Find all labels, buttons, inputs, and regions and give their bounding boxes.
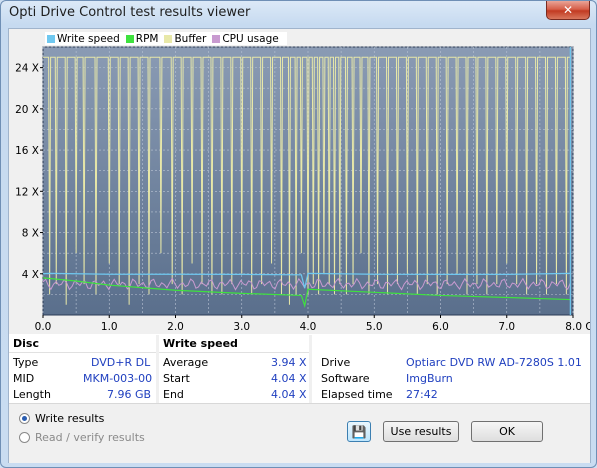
save-button[interactable]: 💾	[347, 421, 371, 442]
disc-type-label: Type	[13, 356, 39, 369]
legend-swatch	[164, 34, 173, 43]
y-tick-label: 4 X	[22, 269, 39, 281]
client-area: 4 X 8 X 12 X 16 X 20 X 24 X 0.0 1.0 2.0 3.0 4.0 5.0…	[8, 28, 591, 463]
legend-item-cpu-usage: CPU usage	[212, 32, 279, 45]
disc-header: Disc	[9, 335, 156, 353]
legend-item-write-speed: Write speed	[47, 33, 120, 45]
y-tick-label: 8 X	[22, 228, 39, 240]
legend-label: CPU usage	[222, 32, 279, 45]
radio-selected-icon	[19, 413, 30, 424]
x-tick-label: 0.0	[35, 321, 52, 333]
bottom-bar: Write results Read / verify results 💾 Us…	[9, 403, 590, 463]
ws-row-start: Start 4.04 X	[159, 371, 309, 387]
read-verify-label: Read / verify results	[35, 431, 145, 444]
x-tick-label: 4.0	[300, 321, 317, 333]
elapsed-label: Elapsed time	[321, 388, 393, 401]
floppy-disk-icon: 💾	[351, 424, 367, 439]
ws-end-label: End	[163, 388, 184, 401]
y-tick-label: 20 X	[15, 104, 39, 116]
ws-average-label: Average	[163, 356, 209, 369]
disc-mid-value: MKM-003-00	[83, 372, 153, 385]
chart-area: 4 X 8 X 12 X 16 X 20 X 24 X 0.0 1.0 2.0 3.0 4.0 5.0…	[9, 29, 590, 334]
drive-label: Drive	[321, 356, 351, 369]
legend-label: Buffer	[174, 32, 207, 45]
ws-start-label: Start	[163, 372, 190, 385]
write-speed-header: Write speed	[159, 335, 309, 353]
write-results-radio[interactable]: Write results	[19, 412, 104, 425]
drive-row: Drive Optiarc DVD RW AD-7280S 1.01	[312, 355, 590, 371]
legend-item-rpm: RPM	[125, 32, 159, 45]
x-tick-label: 7.0	[498, 321, 515, 333]
disc-panel: Disc Type DVD+R DL MID MKM-003-00 Length…	[9, 335, 156, 403]
ws-row-end: End 4.04 X	[159, 387, 309, 403]
legend-label: RPM	[135, 32, 159, 45]
ws-start-value: 4.04 X	[271, 372, 307, 385]
legend-label: Write speed	[57, 32, 120, 45]
write-speed-chart: 4 X 8 X 12 X 16 X 20 X 24 X 0.0 1.0 2.0 3.0 4.0 5.0…	[15, 46, 590, 333]
disc-mid-label: MID	[13, 372, 35, 385]
elapsed-value: 27:42	[406, 388, 438, 401]
write-results-label: Write results	[35, 412, 105, 425]
software-label: Software	[321, 372, 370, 385]
x-tick-label: 1.0	[101, 321, 118, 333]
drive-value: Optiarc DVD RW AD-7280S 1.01	[406, 356, 582, 369]
radio-unselected-icon	[19, 432, 30, 443]
ws-end-value: 4.04 X	[271, 388, 307, 401]
disc-row-mid: MID MKM-003-00	[9, 371, 156, 387]
software-row: Software ImgBurn	[312, 371, 590, 387]
x-tick-label: 2.0	[167, 321, 184, 333]
disc-length-value: 7.96 GB	[107, 388, 152, 401]
use-results-label: Use results	[390, 425, 452, 438]
ws-average-value: 3.94 X	[271, 356, 307, 369]
disc-row-length: Length 7.96 GB	[9, 387, 156, 403]
ok-button[interactable]: OK	[471, 421, 543, 442]
y-tick-label: 24 X	[15, 63, 39, 75]
disc-length-label: Length	[13, 388, 51, 401]
disc-row-type: Type DVD+R DL	[9, 355, 156, 371]
write-speed-panel: Write speed Average 3.94 X Start 4.04 X …	[159, 335, 309, 403]
window-title: Opti Drive Control test results viewer	[9, 5, 251, 20]
close-icon: ✕	[562, 3, 574, 17]
legend-item-buffer: Buffer	[164, 33, 206, 45]
y-tick-label: 16 X	[15, 145, 39, 157]
x-tick-label: 8.0 GB	[565, 321, 590, 333]
use-results-button[interactable]: Use results	[383, 421, 459, 442]
elapsed-row: Elapsed time 27:42	[312, 387, 590, 403]
x-tick-label: 3.0	[233, 321, 250, 333]
ok-label: OK	[499, 425, 515, 438]
title-bar[interactable]: Opti Drive Control test results viewer ✕	[1, 1, 596, 25]
close-button[interactable]: ✕	[546, 1, 590, 20]
ws-row-average: Average 3.94 X	[159, 355, 309, 371]
disc-type-value: DVD+R DL	[91, 356, 151, 369]
x-tick-label: 6.0	[432, 321, 449, 333]
read-verify-radio[interactable]: Read / verify results	[19, 431, 145, 444]
y-tick-label: 12 X	[15, 186, 39, 198]
drive-panel: Drive Optiarc DVD RW AD-7280S 1.01 Softw…	[312, 335, 590, 403]
legend-swatch	[212, 34, 221, 43]
software-value: ImgBurn	[406, 372, 453, 385]
x-tick-label: 5.0	[366, 321, 383, 333]
main-window: Opti Drive Control test results viewer ✕…	[0, 0, 597, 468]
legend-swatch	[125, 34, 134, 43]
chart-legend: Write speed RPM Buffer CPU usage	[45, 32, 287, 45]
legend-swatch	[47, 34, 55, 43]
